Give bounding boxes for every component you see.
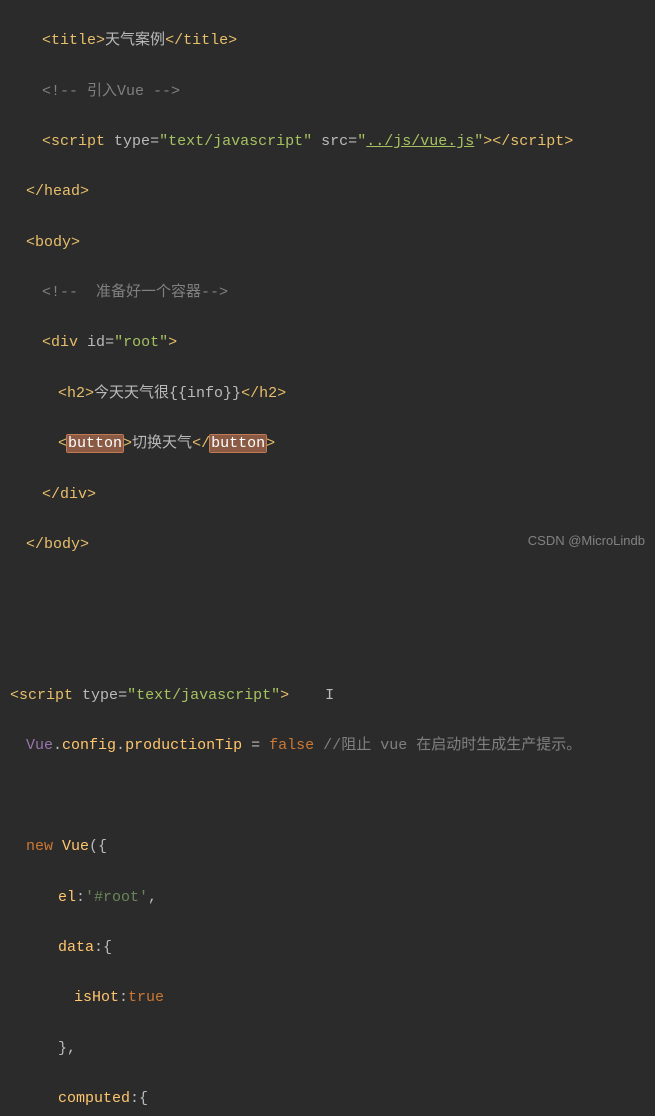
code-line: }, xyxy=(0,1036,655,1061)
code-line: <div id="root"> xyxy=(0,330,655,355)
code-line: </head> xyxy=(0,179,655,204)
code-line: <body> xyxy=(0,230,655,255)
code-line: <!-- 引入Vue --> xyxy=(0,79,655,104)
code-line: <script type="text/javascript" src="../j… xyxy=(0,129,655,154)
code-editor[interactable]: <title>天气案例</title> <!-- 引入Vue --> <scri… xyxy=(0,0,655,1116)
watermark: CSDN @MicroLindb xyxy=(528,530,645,552)
code-line: isHot:true xyxy=(0,985,655,1010)
code-line: </div> xyxy=(0,482,655,507)
caret-icon: I xyxy=(325,687,334,704)
code-line: el:'#root', xyxy=(0,885,655,910)
code-line: <button>切换天气</button> xyxy=(0,431,655,456)
code-line: new Vue({ xyxy=(0,834,655,859)
highlighted-tag: button xyxy=(210,435,266,452)
code-line: <script type="text/javascript"> I xyxy=(0,683,655,708)
code-line xyxy=(0,784,655,809)
code-line: data:{ xyxy=(0,935,655,960)
code-line: Vue.config.productionTip = false //阻止 vu… xyxy=(0,733,655,758)
code-line: <h2>今天天气很{{info}}</h2> xyxy=(0,381,655,406)
code-line xyxy=(0,582,655,607)
code-line: <title>天气案例</title> xyxy=(0,28,655,53)
code-line: computed:{ xyxy=(0,1086,655,1111)
code-line xyxy=(0,633,655,658)
highlighted-tag: button xyxy=(67,435,123,452)
code-line: <!-- 准备好一个容器--> xyxy=(0,280,655,305)
